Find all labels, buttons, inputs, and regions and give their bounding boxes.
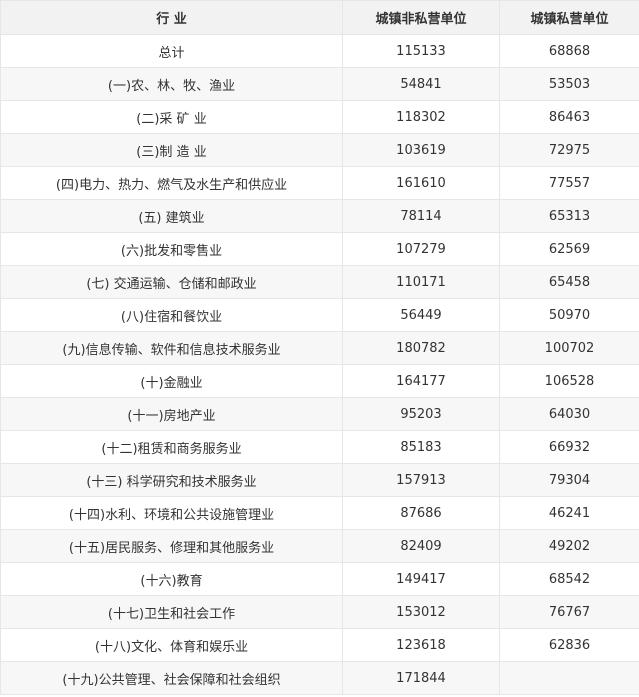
table-row: (三)制 造 业 103619 72975 bbox=[0, 133, 639, 167]
cell-non-private: 107279 bbox=[342, 232, 500, 266]
cell-private: 62836 bbox=[499, 628, 639, 662]
cell-non-private: 149417 bbox=[342, 562, 500, 596]
table-row: (十八)文化、体育和娱乐业 123618 62836 bbox=[0, 628, 639, 662]
table-row: (二)采 矿 业 118302 86463 bbox=[0, 100, 639, 134]
cell-private: 100702 bbox=[499, 331, 639, 365]
table-row: (一)农、林、牧、渔业 54841 53503 bbox=[0, 67, 639, 101]
cell-non-private: 78114 bbox=[342, 199, 500, 233]
cell-non-private: 87686 bbox=[342, 496, 500, 530]
cell-non-private: 95203 bbox=[342, 397, 500, 431]
cell-private: 68868 bbox=[499, 34, 639, 68]
cell-industry: (十七)卫生和社会工作 bbox=[0, 595, 343, 629]
cell-industry: (七) 交通运输、仓储和邮政业 bbox=[0, 265, 343, 299]
table-row: (四)电力、热力、燃气及水生产和供应业 161610 77557 bbox=[0, 166, 639, 200]
cell-non-private: 85183 bbox=[342, 430, 500, 464]
cell-industry: (八)住宿和餐饮业 bbox=[0, 298, 343, 332]
cell-private: 77557 bbox=[499, 166, 639, 200]
header-industry: 行 业 bbox=[0, 0, 343, 35]
cell-industry: (十一)房地产业 bbox=[0, 397, 343, 431]
cell-private: 65313 bbox=[499, 199, 639, 233]
cell-private bbox=[499, 661, 639, 695]
cell-private: 86463 bbox=[499, 100, 639, 134]
cell-non-private: 56449 bbox=[342, 298, 500, 332]
cell-non-private: 54841 bbox=[342, 67, 500, 101]
cell-private: 49202 bbox=[499, 529, 639, 563]
cell-industry: (十三) 科学研究和技术服务业 bbox=[0, 463, 343, 497]
cell-non-private: 180782 bbox=[342, 331, 500, 365]
cell-non-private: 82409 bbox=[342, 529, 500, 563]
cell-private: 53503 bbox=[499, 67, 639, 101]
cell-industry: (六)批发和零售业 bbox=[0, 232, 343, 266]
cell-industry: (十二)租赁和商务服务业 bbox=[0, 430, 343, 464]
cell-industry: (十四)水利、环境和公共设施管理业 bbox=[0, 496, 343, 530]
table-row: (十一)房地产业 95203 64030 bbox=[0, 397, 639, 431]
table-header: 行 业 城镇非私营单位 城镇私营单位 bbox=[0, 0, 639, 35]
cell-non-private: 161610 bbox=[342, 166, 500, 200]
table-row: (十二)租赁和商务服务业 85183 66932 bbox=[0, 430, 639, 464]
table-row: (九)信息传输、软件和信息技术服务业 180782 100702 bbox=[0, 331, 639, 365]
table-body: 总计 115133 68868 (一)农、林、牧、渔业 54841 53503 … bbox=[0, 34, 639, 695]
cell-non-private: 153012 bbox=[342, 595, 500, 629]
cell-industry: (十八)文化、体育和娱乐业 bbox=[0, 628, 343, 662]
cell-non-private: 164177 bbox=[342, 364, 500, 398]
cell-private: 76767 bbox=[499, 595, 639, 629]
cell-non-private: 115133 bbox=[342, 34, 500, 68]
cell-industry: (二)采 矿 业 bbox=[0, 100, 343, 134]
cell-non-private: 118302 bbox=[342, 100, 500, 134]
table-row: (十七)卫生和社会工作 153012 76767 bbox=[0, 595, 639, 629]
cell-industry: (十九)公共管理、社会保障和社会组织 bbox=[0, 661, 343, 695]
cell-industry: (九)信息传输、软件和信息技术服务业 bbox=[0, 331, 343, 365]
table-row: (十)金融业 164177 106528 bbox=[0, 364, 639, 398]
table-row: (十六)教育 149417 68542 bbox=[0, 562, 639, 596]
table-row: (十九)公共管理、社会保障和社会组织 171844 bbox=[0, 661, 639, 695]
cell-industry: (十)金融业 bbox=[0, 364, 343, 398]
cell-industry: (十六)教育 bbox=[0, 562, 343, 596]
cell-industry: (四)电力、热力、燃气及水生产和供应业 bbox=[0, 166, 343, 200]
header-private: 城镇私营单位 bbox=[499, 0, 639, 35]
cell-private: 72975 bbox=[499, 133, 639, 167]
cell-industry: 总计 bbox=[0, 34, 343, 68]
cell-private: 64030 bbox=[499, 397, 639, 431]
cell-private: 79304 bbox=[499, 463, 639, 497]
table-row: (七) 交通运输、仓储和邮政业 110171 65458 bbox=[0, 265, 639, 299]
table-row: (十三) 科学研究和技术服务业 157913 79304 bbox=[0, 463, 639, 497]
cell-non-private: 123618 bbox=[342, 628, 500, 662]
cell-private: 106528 bbox=[499, 364, 639, 398]
cell-private: 62569 bbox=[499, 232, 639, 266]
cell-industry: (五) 建筑业 bbox=[0, 199, 343, 233]
cell-non-private: 110171 bbox=[342, 265, 500, 299]
cell-industry: (十五)居民服务、修理和其他服务业 bbox=[0, 529, 343, 563]
cell-private: 68542 bbox=[499, 562, 639, 596]
header-non-private: 城镇非私营单位 bbox=[342, 0, 500, 35]
table-row: (八)住宿和餐饮业 56449 50970 bbox=[0, 298, 639, 332]
cell-non-private: 103619 bbox=[342, 133, 500, 167]
table-row: (五) 建筑业 78114 65313 bbox=[0, 199, 639, 233]
cell-private: 46241 bbox=[499, 496, 639, 530]
cell-private: 66932 bbox=[499, 430, 639, 464]
cell-non-private: 171844 bbox=[342, 661, 500, 695]
table-row: (六)批发和零售业 107279 62569 bbox=[0, 232, 639, 266]
table-row: (十五)居民服务、修理和其他服务业 82409 49202 bbox=[0, 529, 639, 563]
industry-salary-table: 行 业 城镇非私营单位 城镇私营单位 总计 115133 68868 (一)农、… bbox=[0, 0, 639, 695]
cell-private: 65458 bbox=[499, 265, 639, 299]
cell-industry: (一)农、林、牧、渔业 bbox=[0, 67, 343, 101]
table-row: (十四)水利、环境和公共设施管理业 87686 46241 bbox=[0, 496, 639, 530]
cell-industry: (三)制 造 业 bbox=[0, 133, 343, 167]
cell-private: 50970 bbox=[499, 298, 639, 332]
header-row: 行 业 城镇非私营单位 城镇私营单位 bbox=[0, 0, 639, 35]
cell-non-private: 157913 bbox=[342, 463, 500, 497]
table-row: 总计 115133 68868 bbox=[0, 34, 639, 68]
